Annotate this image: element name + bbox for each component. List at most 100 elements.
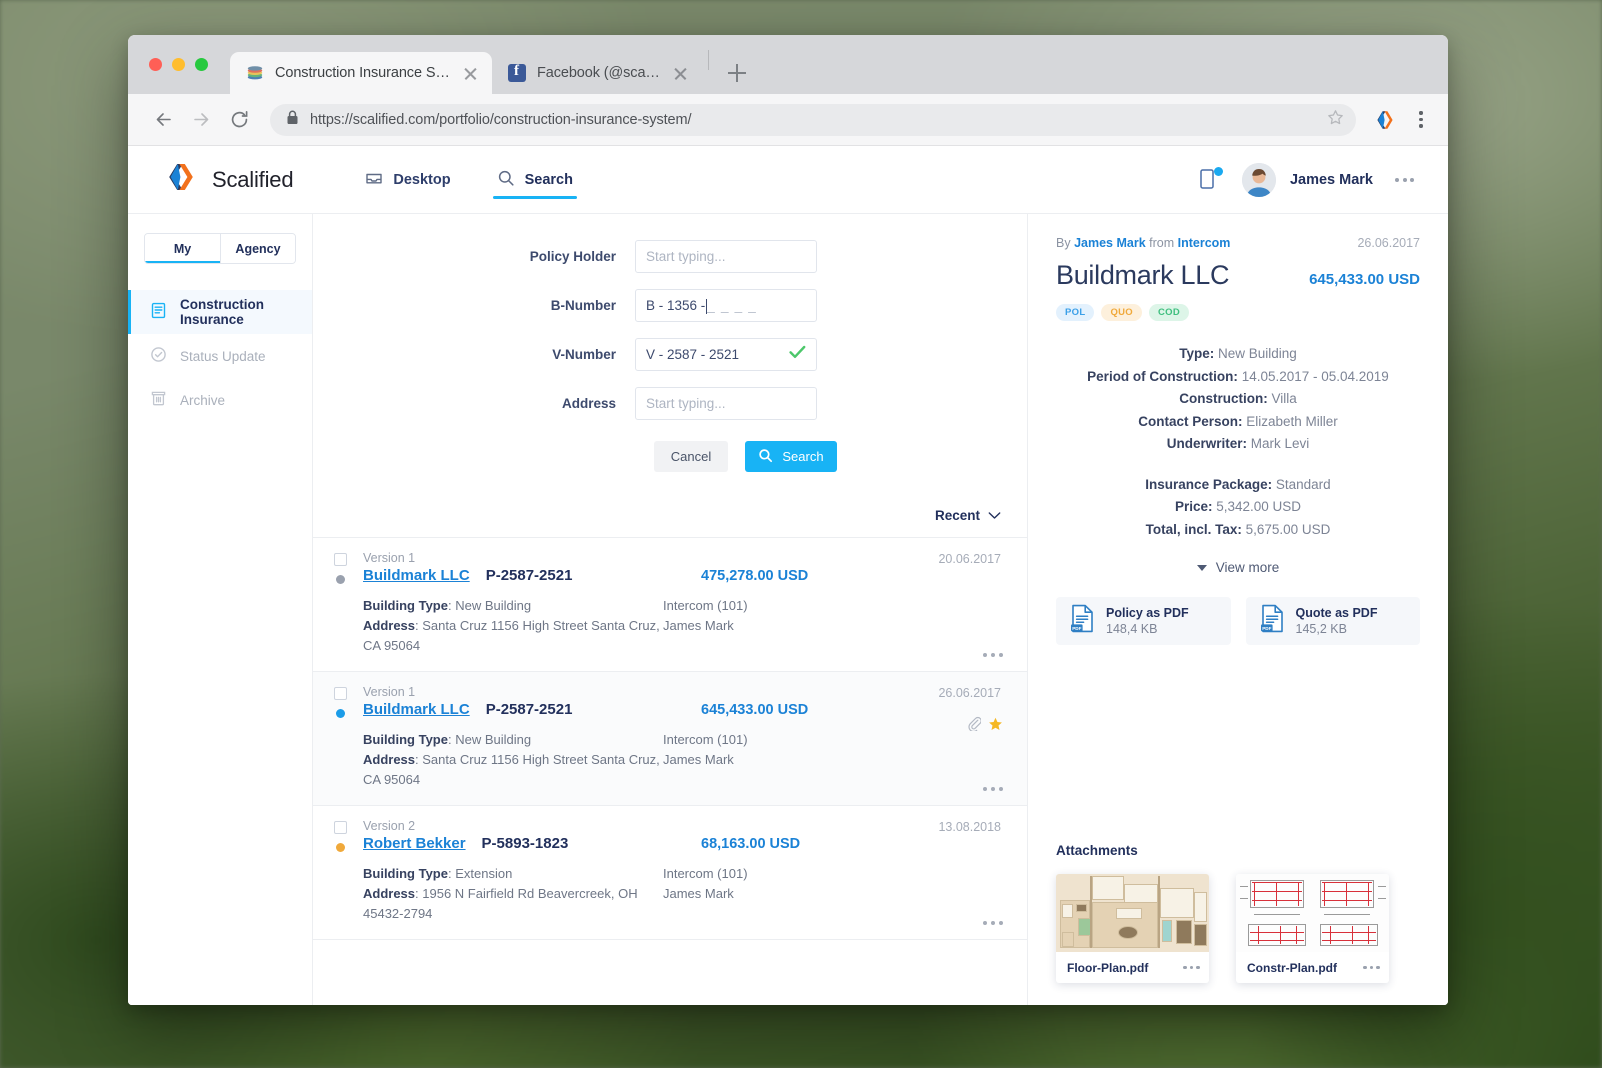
chevron-down-icon [988,508,1001,523]
scalified-extension-icon[interactable] [1372,107,1398,133]
username-label: James Mark [1289,171,1373,188]
status-badge-pol[interactable]: POL [1056,304,1095,321]
row-policy-holder-link[interactable]: Robert Bekker [363,835,466,852]
svg-text:PDF: PDF [1262,626,1271,631]
row-more-icon[interactable] [982,920,1003,925]
close-icon[interactable] [672,65,689,82]
reload-icon[interactable] [222,103,256,137]
attachment-more-icon[interactable] [1363,965,1380,970]
row-amount: 475,278.00 USD [701,568,809,584]
spec-divider [1056,456,1420,474]
nav-item-search[interactable]: Search [492,146,578,213]
browser-tab-facebook[interactable]: Facebook (@scalified) [492,52,702,94]
sidebar-item-construction-insurance[interactable]: Construction Insurance [128,290,312,334]
row-flags [968,716,1003,736]
row-date: 13.08.2018 [938,820,1001,834]
app-nav: Desktop Search [361,146,615,213]
row-checkbox[interactable] [333,687,347,700]
document-buttons: PDF Policy as PDF 148,4 KB PDF Quote as … [1056,597,1420,645]
search-icon [497,169,515,191]
byline-from: from [1149,236,1175,250]
quote-as-pdf-button[interactable]: PDF Quote as PDF 145,2 KB [1245,597,1420,645]
policy-holder-input[interactable]: Start typing... [635,240,817,273]
segment-my[interactable]: My [145,234,220,263]
tab-title: Construction Insurance System [275,65,451,81]
row-date: 20.06.2017 [938,552,1001,566]
avatar[interactable] [1241,162,1276,197]
row-details-right: Intercom (101) James Mark [663,596,748,656]
spec-value: 5,342.00 USD [1216,499,1302,514]
search-button-label: Search [782,449,824,464]
address-input[interactable]: Start typing... [635,387,817,420]
v-number-input[interactable]: V - 2587 - 2521 [635,338,817,371]
row-details-right: Intercom (101) James Mark [663,730,748,790]
back-icon[interactable] [146,103,180,137]
row-checkbox[interactable] [333,553,347,566]
policy-as-pdf-button[interactable]: PDF Policy as PDF 148,4 KB [1056,597,1231,645]
cancel-button[interactable]: Cancel [654,441,728,472]
spec-label: Price: [1174,499,1213,514]
spec-value: Mark Levi [1250,436,1310,451]
attachment-card-constr-plan[interactable]: Constr-Plan.pdf [1236,874,1389,983]
status-badge-cod[interactable]: COD [1148,304,1189,321]
status-badge-quo[interactable]: QUO [1101,304,1142,321]
row-date: 26.06.2017 [938,686,1001,700]
forward-icon[interactable] [184,103,218,137]
row-details: Building Type: New Building Address: San… [363,596,1001,656]
attachment-more-icon[interactable] [1183,965,1200,970]
row-more-icon[interactable] [982,652,1003,657]
search-button[interactable]: Search [745,441,837,472]
table-row[interactable]: Version 1 Buildmark LLC P-2587-2521 645,… [313,672,1027,806]
close-window-button[interactable] [149,58,162,71]
attachments-section: Attachments Floor-Plan.pdf Constr-Plan.p… [1056,843,1420,1005]
byline-author[interactable]: James Mark [1074,236,1146,250]
close-icon[interactable] [462,65,479,82]
attachment-card-floor-plan[interactable]: Floor-Plan.pdf [1056,874,1209,983]
nav-item-desktop[interactable]: Desktop [361,146,454,213]
floor-plan-thumbnail [1056,874,1209,952]
sidebar-item-archive[interactable]: Archive [128,378,312,422]
browser-tab-construction-insurance-system[interactable]: Construction Insurance System [230,52,492,94]
row-owner: James Mark [663,886,734,901]
notifications-icon[interactable] [1198,166,1223,193]
segment-label: My [173,241,192,256]
brand[interactable]: Scalified [164,160,294,199]
sidebar: My Agency Construction Insurance Status … [128,214,313,1005]
bookmark-star-icon[interactable] [1327,109,1344,131]
row-details-left: Building Type: Extension Address: 1956 N… [363,864,663,924]
browser-menu-icon[interactable] [1408,107,1434,133]
sidebar-item-status-update[interactable]: Status Update [128,334,312,378]
address-bar[interactable]: https://scalified.com/portfolio/construc… [270,103,1356,136]
spec-underwriter: Underwriter: Mark Levi [1056,433,1420,456]
row-policy-holder-link[interactable]: Buildmark LLC [363,567,470,584]
byline-source[interactable]: Intercom [1178,236,1231,250]
form-row-policy-holder: Policy Holder Start typing... [313,240,1027,273]
spec-type: Type: New Building [1056,343,1420,366]
b-number-label: B-Number [550,298,616,313]
row-more-icon[interactable] [982,786,1003,791]
spec-value: 14.05.2017 - 05.04.2019 [1241,368,1389,384]
row-policy-holder-link[interactable]: Buildmark LLC [363,701,470,718]
minimize-window-button[interactable] [172,58,185,71]
b-number-input[interactable]: B - 1356 - _ _ _ _ [635,289,817,322]
document-list-icon [150,302,167,322]
star-icon[interactable] [988,717,1003,736]
sort-control[interactable]: Recent [935,508,1001,523]
row-checkbox[interactable] [333,821,347,834]
spec-value: Villa [1271,391,1297,406]
building-type-label: Building Type [363,866,448,881]
row-version: Version 1 [363,685,416,699]
new-tab-button[interactable] [723,59,751,87]
building-type-label: Building Type [363,732,448,747]
header-more-icon[interactable] [1395,177,1414,182]
spec-value: 5,675.00 USD [1245,521,1331,537]
sidebar-item-label: Archive [180,392,226,408]
table-row[interactable]: Version 1 Buildmark LLC P-2587-2521 475,… [313,538,1027,672]
view-more-button[interactable]: View more [1196,560,1279,575]
table-row[interactable]: Version 2 Robert Bekker P-5893-1823 68,1… [313,806,1027,940]
attachment-paperclip-icon[interactable] [968,716,982,736]
segment-agency[interactable]: Agency [220,234,295,263]
maximize-window-button[interactable] [195,58,208,71]
spec-label: Contact Person: [1138,413,1243,429]
address-label: Address [363,752,416,767]
